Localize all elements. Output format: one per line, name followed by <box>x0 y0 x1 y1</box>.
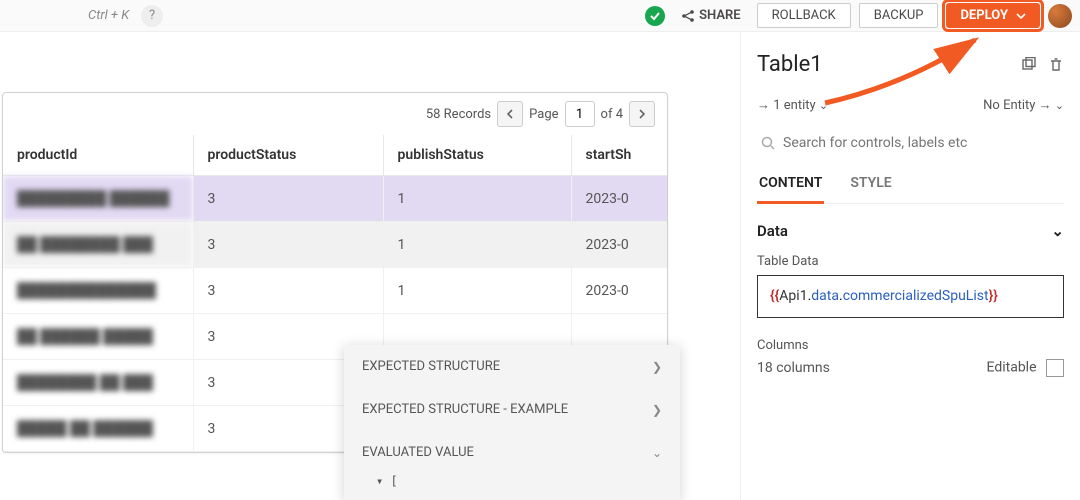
table-row[interactable]: █████████ ██████312023-0 <box>3 176 667 222</box>
section-data-header[interactable]: Data ⌄ <box>757 222 1064 240</box>
share-label: SHARE <box>699 8 741 23</box>
table-cell: 2023-0 <box>571 176 667 222</box>
pager-next-button[interactable] <box>629 101 655 127</box>
search-icon <box>761 136 775 150</box>
column-header[interactable]: productStatus <box>193 135 383 176</box>
property-search[interactable] <box>757 129 1064 157</box>
table-cell: ██ ████████ ███ <box>3 222 193 268</box>
avatar[interactable] <box>1048 4 1072 28</box>
table-cell: 1 <box>383 222 571 268</box>
table-cell: 3 <box>193 176 383 222</box>
expected-example-label: EXPECTED STRUCTURE - EXAMPLE <box>362 402 568 417</box>
table-cell: 2023-0 <box>571 222 667 268</box>
columns-count: 18 columns <box>757 360 830 376</box>
entity-right-link[interactable]: No Entity → ⌄ <box>983 97 1064 113</box>
topbar: Ctrl + K ? SHARE ROLLBACK BACKUP DEPLOY <box>0 0 1080 32</box>
chevron-down-icon <box>1016 13 1026 19</box>
chevron-down-icon: ⌄ <box>1051 222 1064 240</box>
editable-label: Editable <box>987 360 1037 376</box>
evaluated-value-row[interactable]: EVALUATED VALUE ⌄ <box>344 431 680 474</box>
expected-structure-label: EXPECTED STRUCTURE <box>362 359 500 374</box>
page-label: Page <box>529 107 558 122</box>
column-header[interactable]: publishStatus <box>383 135 571 176</box>
property-panel: Table1 → 1 entity ⌄ No Entity → ⌄ CONTEN… <box>740 32 1080 500</box>
evaluate-popover: EXPECTED STRUCTURE ❯ EXPECTED STRUCTURE … <box>344 345 680 500</box>
keyboard-shortcut-hint: Ctrl + K <box>88 8 129 23</box>
backup-button[interactable]: BACKUP <box>859 3 939 28</box>
table-cell: 2023-0 <box>571 268 667 314</box>
expected-structure-row[interactable]: EXPECTED STRUCTURE ❯ <box>344 345 680 388</box>
deploy-button[interactable]: DEPLOY <box>946 3 1040 28</box>
share-button[interactable]: SHARE <box>673 4 749 27</box>
rollback-button[interactable]: ROLLBACK <box>757 3 851 28</box>
chevron-right-icon: ❯ <box>652 403 662 417</box>
evaluated-value-label: EVALUATED VALUE <box>362 445 474 460</box>
expected-structure-example-row[interactable]: EXPECTED STRUCTURE - EXAMPLE ❯ <box>344 388 680 431</box>
table-cell: ██ ██████ █████ <box>3 314 193 360</box>
status-ok-icon <box>645 6 665 26</box>
table-row[interactable]: ██████████████312023-0 <box>3 268 667 314</box>
share-icon <box>681 9 695 23</box>
widget-name[interactable]: Table1 <box>757 52 823 77</box>
table-cell: 3 <box>193 268 383 314</box>
entity-left-link[interactable]: → 1 entity ⌄ <box>757 97 828 113</box>
property-search-input[interactable] <box>783 135 1060 151</box>
help-icon[interactable]: ? <box>141 5 163 27</box>
chevron-left-icon <box>506 109 514 119</box>
table-cell: ██████████████ <box>3 268 193 314</box>
table-cell: 1 <box>383 176 571 222</box>
chevron-right-icon: ❯ <box>652 360 662 374</box>
table-cell: 3 <box>193 222 383 268</box>
deploy-label: DEPLOY <box>960 8 1008 23</box>
column-header[interactable]: startSh <box>571 135 667 176</box>
table-cell: █████ ██ ██████ <box>3 406 193 452</box>
chevron-right-icon <box>638 109 646 119</box>
page-input[interactable] <box>565 101 595 127</box>
canvas-area: 58 Records Page of 4 productIdproductSta… <box>0 32 740 500</box>
column-header[interactable]: productId <box>3 135 193 176</box>
table-data-label: Table Data <box>757 254 1064 269</box>
pager-prev-button[interactable] <box>497 101 523 127</box>
table-cell: █████████ ██████ <box>3 176 193 222</box>
page-of-label: of 4 <box>601 107 623 122</box>
copy-icon[interactable] <box>1020 57 1036 73</box>
table-data-code[interactable]: {{Api1.data.commercializedSpuList}} <box>757 275 1064 318</box>
tab-style[interactable]: STYLE <box>848 169 893 203</box>
delete-icon[interactable] <box>1048 57 1064 73</box>
columns-label: Columns <box>757 338 1064 353</box>
chevron-down-icon: ⌄ <box>652 446 662 460</box>
evaluated-value-preview: ▾ [ <box>344 474 680 500</box>
table-cell: ████████ ██ ███ <box>3 360 193 406</box>
editable-checkbox[interactable] <box>1046 359 1064 377</box>
records-count: 58 Records <box>426 107 491 122</box>
table-pager: 58 Records Page of 4 <box>3 93 667 135</box>
table-row[interactable]: ██ ████████ ███312023-0 <box>3 222 667 268</box>
table-cell: 1 <box>383 268 571 314</box>
tab-content[interactable]: CONTENT <box>757 169 824 204</box>
section-data-label: Data <box>757 222 788 240</box>
